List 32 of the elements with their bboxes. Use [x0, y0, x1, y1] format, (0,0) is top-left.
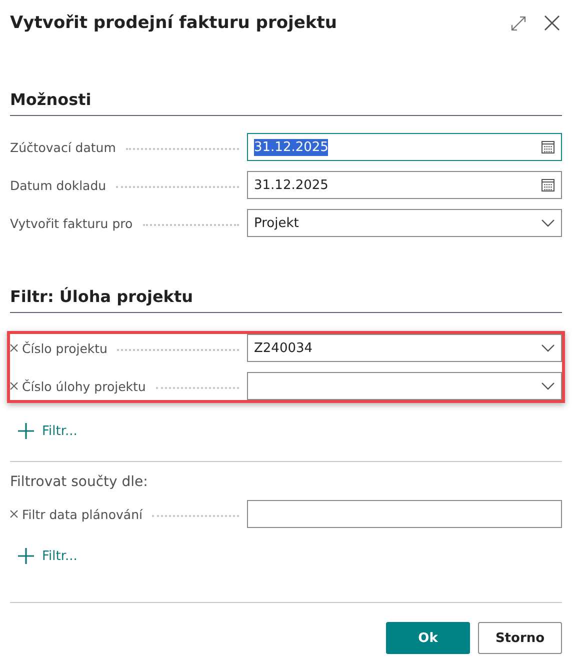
field-label: Vytvořit fakturu pro	[10, 216, 133, 230]
field-label: Datum dokladu	[10, 178, 106, 192]
remove-filter-icon[interactable]	[10, 344, 18, 352]
plus-icon	[18, 548, 34, 564]
dropdown-field[interactable]: Z240034	[247, 334, 562, 362]
section-heading: Možnosti	[10, 90, 562, 116]
field-label: Číslo projektu	[22, 340, 108, 356]
plus-icon	[18, 423, 34, 439]
expand-icon[interactable]	[511, 16, 526, 30]
calendar-icon[interactable]	[541, 178, 555, 192]
chevron-down-icon[interactable]	[541, 382, 555, 390]
field-label: Filtr data plánování	[22, 506, 142, 522]
dialog-title: Vytvořit prodejní fakturu projektu	[10, 13, 337, 33]
input-field[interactable]: 31.12.2025	[247, 171, 562, 199]
dropdown-field[interactable]	[247, 372, 562, 400]
input-field[interactable]: 31.12.2025	[247, 133, 562, 161]
ok-button[interactable]: Ok	[386, 622, 470, 654]
cancel-button[interactable]: Storno	[478, 622, 562, 654]
close-icon[interactable]	[544, 15, 560, 31]
add-filter-link[interactable]: Filtr...	[18, 423, 78, 439]
section-subheading: Filtrovat součty dle:	[10, 474, 149, 490]
remove-filter-icon[interactable]	[10, 510, 18, 518]
remove-filter-icon[interactable]	[10, 382, 18, 390]
chevron-down-icon[interactable]	[541, 219, 555, 227]
chevron-down-icon[interactable]	[541, 344, 555, 352]
input-field[interactable]	[247, 500, 562, 528]
add-filter-link[interactable]: Filtr...	[18, 548, 78, 564]
calendar-icon[interactable]	[541, 140, 555, 154]
section-heading: Filtr: Úloha projektu	[10, 287, 562, 313]
field-label: Zúčtovací datum	[10, 140, 116, 154]
dropdown-field[interactable]: Projekt	[247, 209, 562, 237]
field-label: Číslo úlohy projektu	[22, 378, 146, 394]
